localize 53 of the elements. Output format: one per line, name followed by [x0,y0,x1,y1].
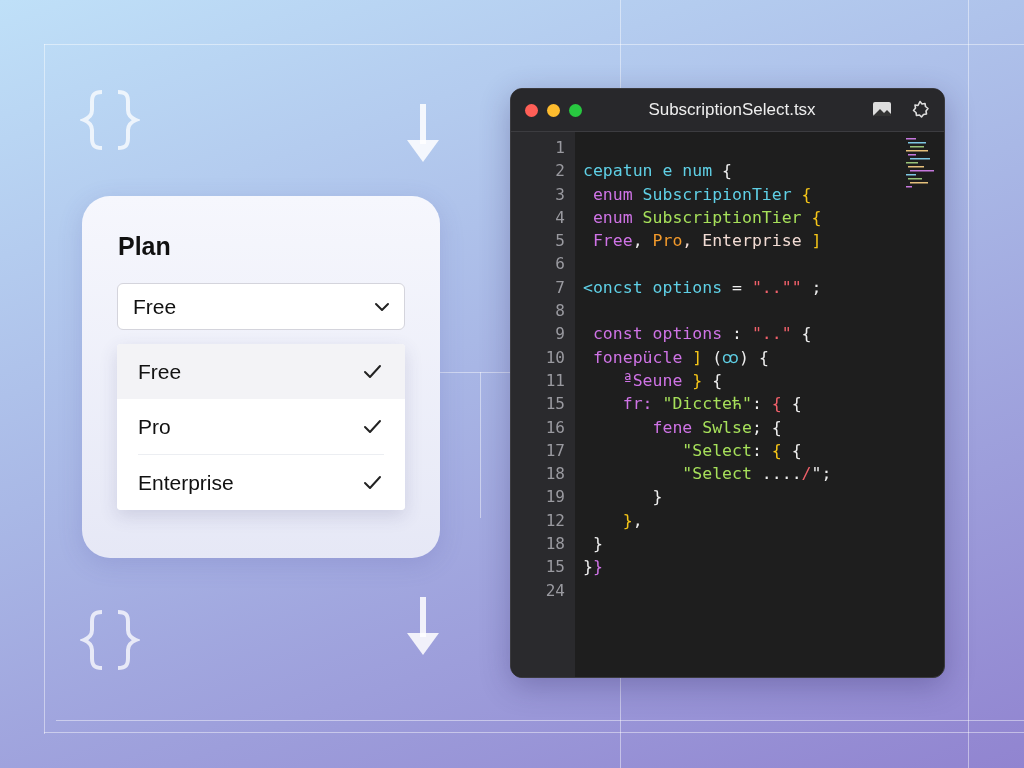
line-number: 12 [544,509,566,532]
line-number: 15 [544,393,566,416]
code-line: "Select: { { [681,439,802,462]
option-label: Pro [138,414,171,439]
code-line: enum SubscripionTier { [591,183,812,206]
line-number: 15 [544,556,566,579]
code-line: const options : ".." { [591,323,812,346]
braces-icon [80,88,140,152]
code-line: ªSeune } { [621,369,723,392]
plan-label: Plan [118,232,171,261]
code-line: "Select ..../"; [681,463,832,486]
window-control-dot[interactable] [525,103,538,117]
down-arrow-icon [405,104,441,164]
line-number: 18 [544,533,566,556]
line-number: 10 [544,346,566,369]
line-number: 17 [544,439,566,462]
line-number: 2 [554,160,566,183]
line-number: 16 [544,416,566,439]
code-line: }} [583,556,603,579]
line-number: 4 [554,206,566,229]
line-number: 9 [554,323,566,346]
line-number: 24 [544,579,566,602]
line-number: 5 [554,230,566,253]
code-line: fonepücle ] (ꝏ) { [591,346,769,369]
line-number: 11 [544,369,566,392]
down-arrow-icon [405,597,441,657]
code-line: fr: "Diccteћ": { { [621,393,802,416]
option-label: Enterprise [138,470,234,495]
dropdown-option[interactable]: Pro [117,399,405,454]
code-line: Free, Pro, Enterprise ] [591,230,822,253]
window-title: SubscriptionSelect.tsx [647,100,817,120]
plan-select[interactable]: Free [117,283,405,330]
line-number: 7 [554,276,566,299]
code-line: } [591,533,603,556]
line-number: 19 [544,486,566,509]
settings-icon [910,100,930,120]
code-line: fene Swlse; { [651,416,782,439]
dropdown-option[interactable]: Free [117,344,405,399]
line-number: 6 [554,253,566,276]
line-number: 8 [554,300,566,323]
code-line: }, [621,509,643,532]
option-label: Free [138,359,182,384]
dropdown-option[interactable]: Enterprise [117,455,405,510]
code-line: enum SubscriptionTier { [591,206,822,229]
line-number: 1 [554,137,566,159]
window-control-dot[interactable] [547,103,560,117]
line-number: 18 [544,463,566,486]
code-line: cepatun e num { [583,160,732,183]
code-line: <oncst options = ".."" ; [583,276,822,299]
window-control-dot[interactable] [569,103,582,117]
braces-icon [80,608,140,672]
line-number: 3 [554,183,566,206]
code-line: } [651,486,663,509]
